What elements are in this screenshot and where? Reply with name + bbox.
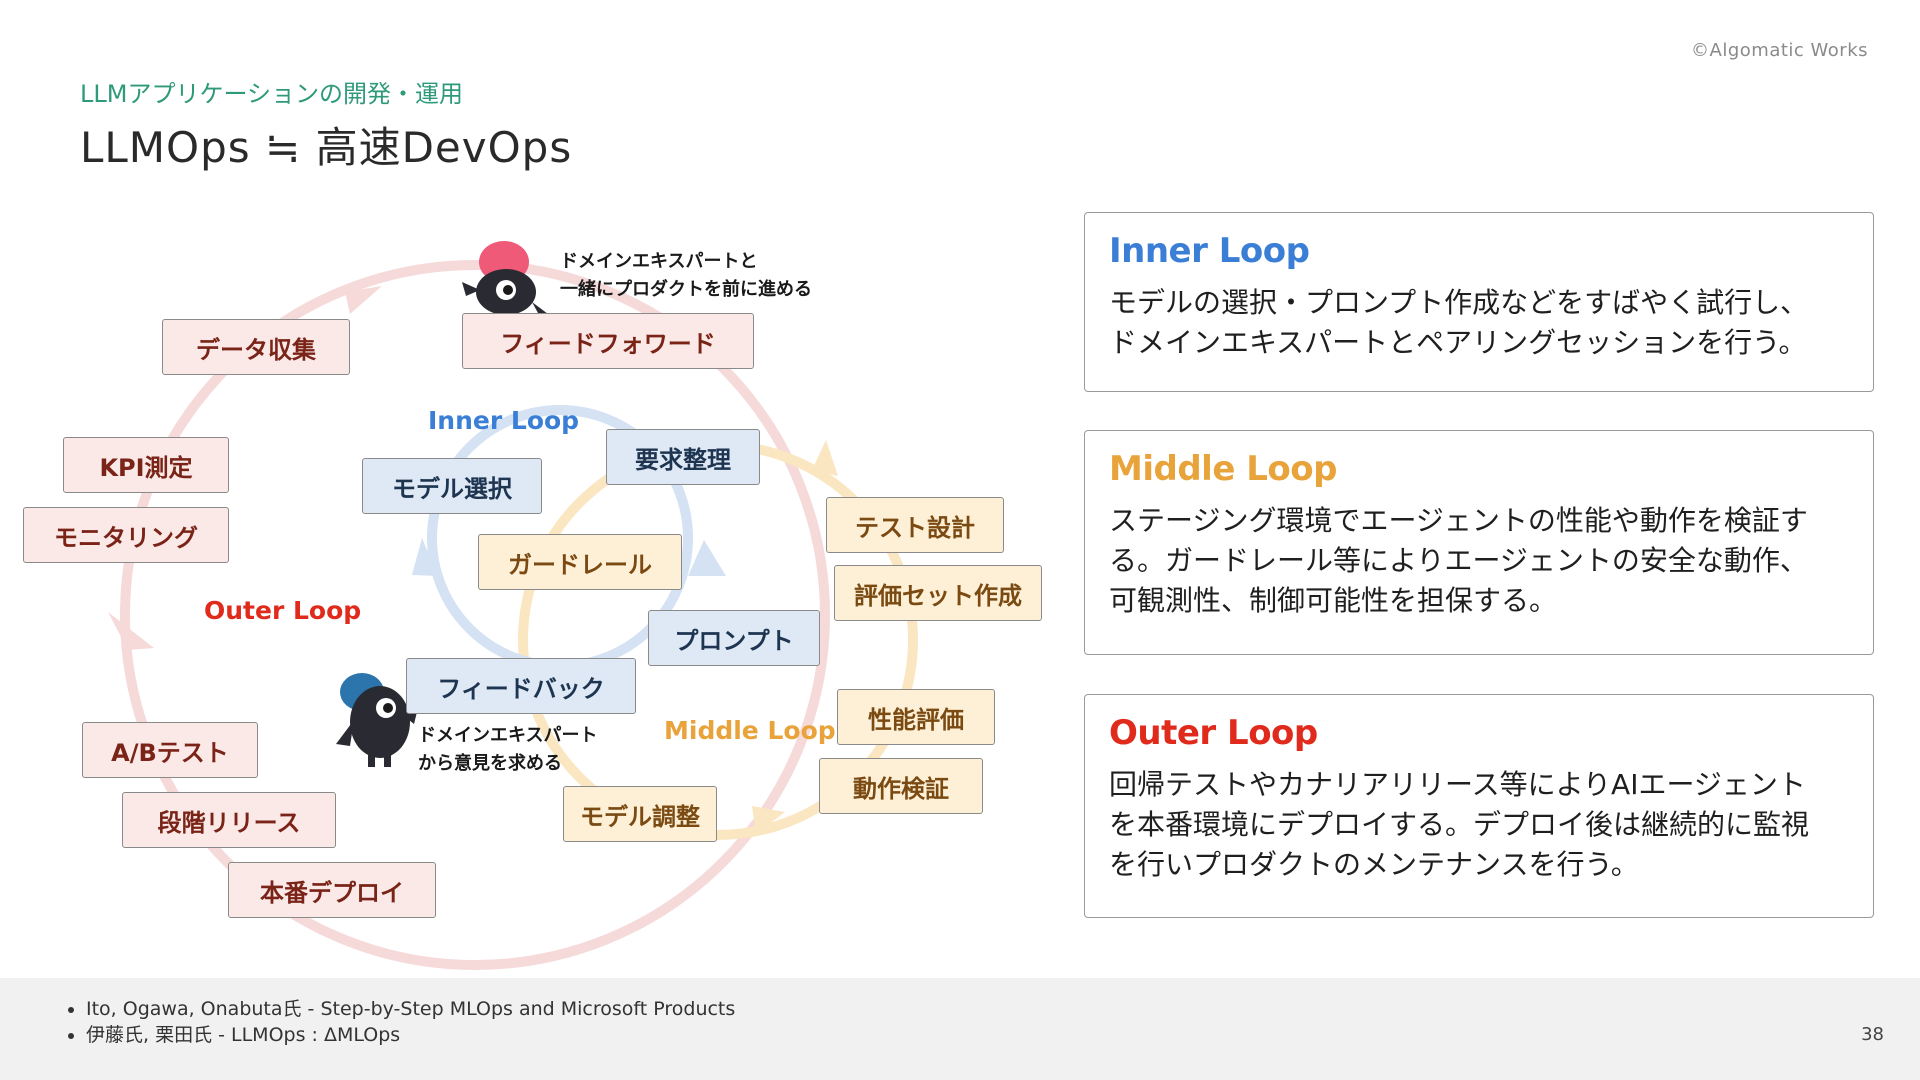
middle-loop-card-title: Middle Loop [1109,449,1337,489]
inner-loop-label: Inner Loop [428,406,580,435]
middle-item-test-design: テスト設計 [826,497,1004,553]
mascot-top-caption-line: ドメインエキスパートと [560,251,758,272]
inner-loop-card: Inner Loop モデルの選択・プロンプト作成などをすばやく試行し、 ドメイ… [1084,212,1874,392]
middle-loop-card: Middle Loop ステージング環境でエージェントの性能や動作を検証す る。… [1084,430,1874,655]
card-line: ドメインエキスパートとペアリングセッションを行う。 [1109,326,1807,359]
inner-item-requirements: 要求整理 [606,429,760,485]
mascot-bottom-caption-line: から意見を求める [418,753,562,774]
card-line: を本番環境にデプロイする。デプロイ後は継続的に監視 [1109,808,1810,841]
outer-item-data-collection: データ収集 [162,319,350,375]
mascot-bottom-caption: ドメインエキスパート から意見を求める [418,722,597,778]
inner-item-feedback: フィードバック [406,658,636,714]
inner-loop-card-desc: モデルの選択・プロンプト作成などをすばやく試行し、 ドメインエキスパートとペアリ… [1109,283,1851,363]
outer-loop-card-title: Outer Loop [1109,713,1318,753]
middle-loop-label: Middle Loop [664,716,836,745]
outer-item-ab-test: A/Bテスト [82,722,258,778]
card-line: を行いプロダクトのメンテナンスを行う。 [1109,848,1639,881]
middle-loop-card-desc: ステージング環境でエージェントの性能や動作を検証す る。ガードレール等によりエー… [1109,501,1851,621]
outer-loop-label: Outer Loop [204,596,362,625]
outer-loop-card: Outer Loop 回帰テストやカナリアリリース等によりAIエージェント を本… [1084,694,1874,918]
outer-item-kpi: KPI測定 [63,437,229,493]
card-line: 可観測性、制御可能性を担保する。 [1109,584,1558,617]
card-line: る。ガードレール等によりエージェントの安全な動作、 [1109,544,1808,577]
footer: Ito, Ogawa, Onabuta氏 - Step-by-Step MLOp… [0,978,1920,1080]
card-line: モデルの選択・プロンプト作成などをすばやく試行し、 [1109,286,1809,319]
reference-item: 伊藤氏, 栗田氏 - LLMOps : ΔMLOps [86,1022,735,1048]
middle-item-performance-eval: 性能評価 [837,689,995,745]
inner-item-model-selection: モデル選択 [362,458,542,514]
outer-item-staged-release: 段階リリース [122,792,336,848]
card-line: ステージング環境でエージェントの性能や動作を検証す [1109,504,1808,537]
feedforward-box: フィードフォワード [462,313,754,369]
reference-item: Ito, Ogawa, Onabuta氏 - Step-by-Step MLOp… [86,996,735,1022]
outer-loop-card-desc: 回帰テストやカナリアリリース等によりAIエージェント を本番環境にデプロイする。… [1109,765,1851,885]
middle-loop-arrow [812,440,838,476]
reference-list: Ito, Ogawa, Onabuta氏 - Step-by-Step MLOp… [68,996,735,1048]
inner-loop-card-title: Inner Loop [1109,231,1310,271]
outer-item-production-deploy: 本番デプロイ [228,862,436,918]
card-line: 回帰テストやカナリアリリース等によりAIエージェント [1109,768,1806,801]
mascot-top-caption: ドメインエキスパートと 一緒にプロダクトを前に進める [560,248,812,304]
outer-item-monitoring: モニタリング [23,507,229,563]
page-number: 38 [1861,1024,1884,1045]
middle-item-model-tuning: モデル調整 [563,786,717,842]
mascot-bottom-caption-line: ドメインエキスパート [418,725,598,746]
mascot-top-caption-line: 一緒にプロダクトを前に進める [560,279,812,300]
inner-item-prompt: プロンプト [648,610,820,666]
inner-loop-arrow [688,540,726,576]
outer-loop-arrow [108,612,154,650]
middle-item-behavior-check: 動作検証 [819,758,983,814]
mascot-pink-icon [462,241,556,324]
inner-item-guardrail: ガードレール [478,534,682,590]
middle-item-eval-set: 評価セット作成 [834,565,1042,621]
